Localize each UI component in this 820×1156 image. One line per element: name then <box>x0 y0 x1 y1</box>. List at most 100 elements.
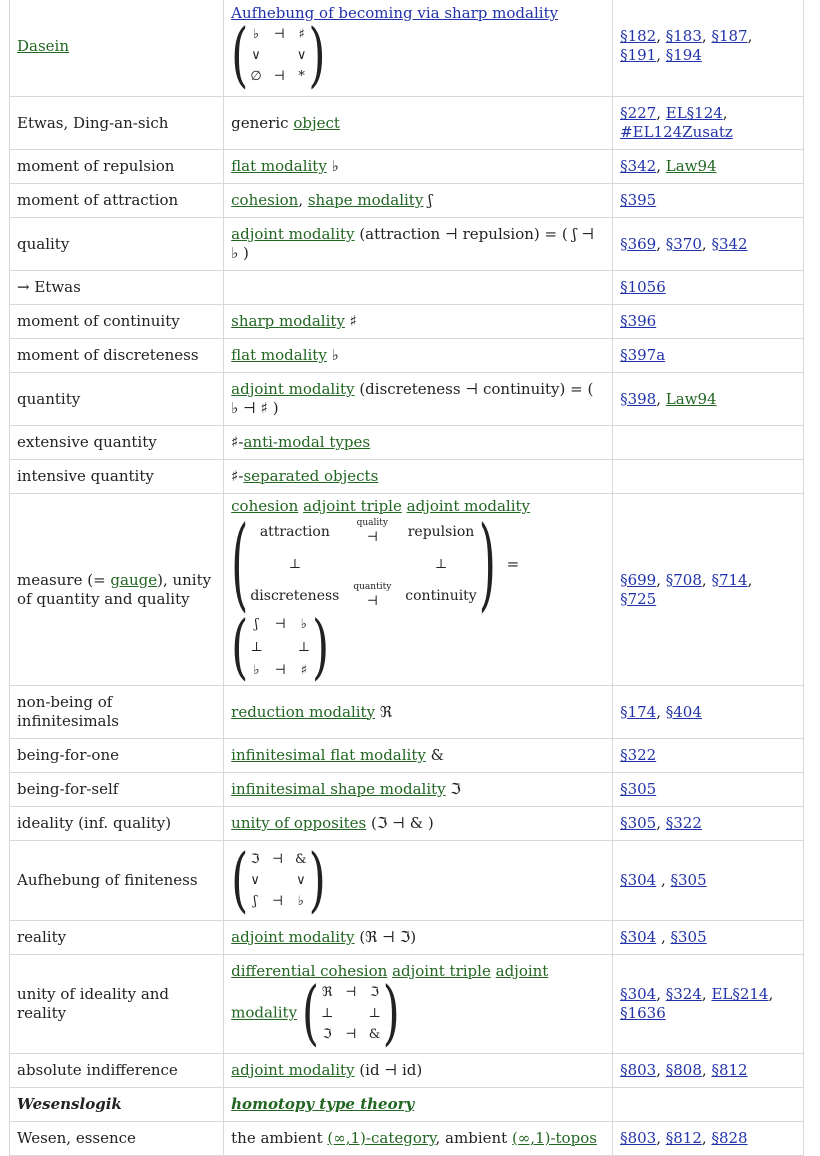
ref-link[interactable]: §369 <box>620 235 656 253</box>
gauge-link[interactable]: gauge <box>110 571 157 589</box>
ref-link[interactable]: §174 <box>620 703 656 721</box>
dasein-link[interactable]: Dasein <box>17 37 69 55</box>
table-row: moment of repulsion flat modality ♭ §342… <box>8 149 804 184</box>
concept-label: moment of continuity <box>8 304 225 339</box>
concept-label: measure (= gauge), unity of quantity and… <box>8 493 225 686</box>
modality-matrix: ( ℜ ⊣ ℑ ⊥ ⊥ ℑ ⊣ & ) <box>301 971 400 1054</box>
ref-link[interactable]: §699 <box>620 571 656 589</box>
modality-matrix: ( ʃ ⊣ ♭ ⊥ ⊥ ♭ ⊣ ♯ ) <box>231 605 330 688</box>
measure-matrix: ( attraction quality ⊣ repulsion ⊥ ⊥ discr… <box>231 504 496 622</box>
ref-link[interactable]: §187 <box>711 27 747 45</box>
ref-link[interactable]: §182 <box>620 27 656 45</box>
ref-link[interactable]: §725 <box>620 590 656 608</box>
flat-modality-link[interactable]: flat modality <box>231 157 327 175</box>
ref-link[interactable]: Law94 <box>666 390 717 408</box>
ref-link[interactable]: §227 <box>620 104 656 122</box>
ref-link[interactable]: §305 <box>671 871 707 889</box>
concept-label: quantity <box>8 372 225 426</box>
adjoint-modality-link[interactable]: adjoint modality <box>231 225 354 243</box>
anti-modal-types-link[interactable]: anti-modal types <box>243 433 370 451</box>
infinity-topos-link[interactable]: (∞,1)-topos <box>512 1129 597 1147</box>
concept-label: intensive quantity <box>8 459 225 494</box>
ref-link[interactable]: §404 <box>666 703 702 721</box>
infinitesimal-flat-modality-link[interactable]: infinitesimal flat modality <box>231 746 426 764</box>
sharp-modality-link[interactable]: sharp modality <box>231 312 345 330</box>
adjoint-modality-link[interactable]: adjoint modality <box>407 497 530 515</box>
ref-link[interactable]: EL§124 <box>666 104 723 122</box>
ref-link[interactable]: §191 <box>620 46 656 64</box>
flat-modality-link[interactable]: flat modality <box>231 346 327 364</box>
table-row: unity of ideality and reality differenti… <box>8 954 804 1054</box>
adjoint-modality-link[interactable]: adjoint modality <box>231 1061 354 1079</box>
table-row: absolute indifference adjoint modality (… <box>8 1053 804 1088</box>
ref-link[interactable]: §194 <box>666 46 702 64</box>
ref-link[interactable]: §304 <box>620 871 656 889</box>
table-row: ideality (inf. quality) unity of opposit… <box>8 806 804 841</box>
ref-link[interactable]: §370 <box>666 235 702 253</box>
table-row: moment of attraction cohesion, shape mod… <box>8 183 804 218</box>
table-row: being-for-one infinitesimal flat modalit… <box>8 738 804 773</box>
infinity-category-link[interactable]: (∞,1)-category <box>327 1129 435 1147</box>
ref-link[interactable]: §304 <box>620 985 656 1003</box>
aufhebung-link[interactable]: Aufhebung of becoming via sharp modality <box>231 4 558 22</box>
ref-link[interactable]: §808 <box>666 1061 702 1079</box>
adjoint-link[interactable]: adjoint <box>496 962 549 980</box>
ref-link[interactable]: §812 <box>666 1129 702 1147</box>
ref-link[interactable]: §1056 <box>620 278 666 296</box>
ref-link[interactable]: §812 <box>711 1061 747 1079</box>
section-heading: Wesenslogik <box>8 1087 225 1122</box>
table-row: extensive quantity ♯-anti-modal types <box>8 425 804 460</box>
concept-label: moment of discreteness <box>8 338 225 373</box>
ref-link[interactable]: §305 <box>620 814 656 832</box>
ref-link[interactable]: §714 <box>711 571 747 589</box>
ref-link[interactable]: §397a <box>620 346 665 364</box>
unity-of-opposites-link[interactable]: unity of opposites <box>231 814 366 832</box>
concept-label: moment of repulsion <box>8 149 225 184</box>
ref-link[interactable]: EL§214 <box>711 985 768 1003</box>
adjoint-triple-link[interactable]: adjoint triple <box>392 962 491 980</box>
modality-link[interactable]: modality <box>231 1004 297 1022</box>
separated-objects-link[interactable]: separated objects <box>243 467 378 485</box>
ref-link[interactable]: §322 <box>666 814 702 832</box>
table-row: reality adjoint modality (ℜ ⊣ ℑ) §304 , … <box>8 920 804 955</box>
adjoint-modality-link[interactable]: adjoint modality <box>231 928 354 946</box>
concept-label: moment of attraction <box>8 183 225 218</box>
adjoint-modality-link[interactable]: adjoint modality <box>231 380 354 398</box>
ref-link[interactable]: §183 <box>666 27 702 45</box>
concept-label: absolute indifference <box>8 1053 225 1088</box>
table-row: quantity adjoint modality (discreteness … <box>8 372 804 426</box>
object-link[interactable]: object <box>293 114 340 132</box>
ref-link[interactable]: §324 <box>666 985 702 1003</box>
ref-link[interactable]: §1636 <box>620 1004 666 1022</box>
table-row: → Etwas §1056 <box>8 270 804 305</box>
ref-link[interactable]: §803 <box>620 1129 656 1147</box>
ref-link[interactable]: §322 <box>620 746 656 764</box>
cohesion-link[interactable]: cohesion <box>231 191 298 209</box>
ref-link[interactable]: §305 <box>620 780 656 798</box>
concept-label: Etwas, Ding-an-sich <box>8 96 225 150</box>
ref-link[interactable]: §342 <box>620 157 656 175</box>
ref-link[interactable]: §828 <box>711 1129 747 1147</box>
ref-link[interactable]: §305 <box>671 928 707 946</box>
ref-link[interactable]: §398 <box>620 390 656 408</box>
shape-modality-link[interactable]: shape modality <box>308 191 423 209</box>
reduction-modality-link[interactable]: reduction modality <box>231 703 375 721</box>
concept-label: being-for-one <box>8 738 225 773</box>
hegel-modality-table: Dasein Aufhebung of becoming via sharp m… <box>8 0 804 1156</box>
ref-link[interactable]: §708 <box>666 571 702 589</box>
ref-link[interactable]: §304 <box>620 928 656 946</box>
homotopy-type-theory-link[interactable]: homotopy type theory <box>231 1095 414 1113</box>
concept-label: non-being of infinitesimals <box>8 685 225 739</box>
table-row: moment of discreteness flat modality ♭ §… <box>8 338 804 373</box>
infinitesimal-shape-modality-link[interactable]: infinitesimal shape modality <box>231 780 446 798</box>
table-row: Dasein Aufhebung of becoming via sharp m… <box>8 0 804 97</box>
ref-link[interactable]: §803 <box>620 1061 656 1079</box>
ref-link[interactable]: #EL124Zusatz <box>620 123 733 141</box>
ref-link[interactable]: §395 <box>620 191 656 209</box>
concept-label: → Etwas <box>8 270 225 305</box>
table-row: Wesenslogik homotopy type theory <box>8 1087 804 1122</box>
ref-link[interactable]: §396 <box>620 312 656 330</box>
ref-link[interactable]: §342 <box>711 235 747 253</box>
adjoint-triple-link[interactable]: adjoint triple <box>303 497 402 515</box>
ref-link[interactable]: Law94 <box>666 157 717 175</box>
